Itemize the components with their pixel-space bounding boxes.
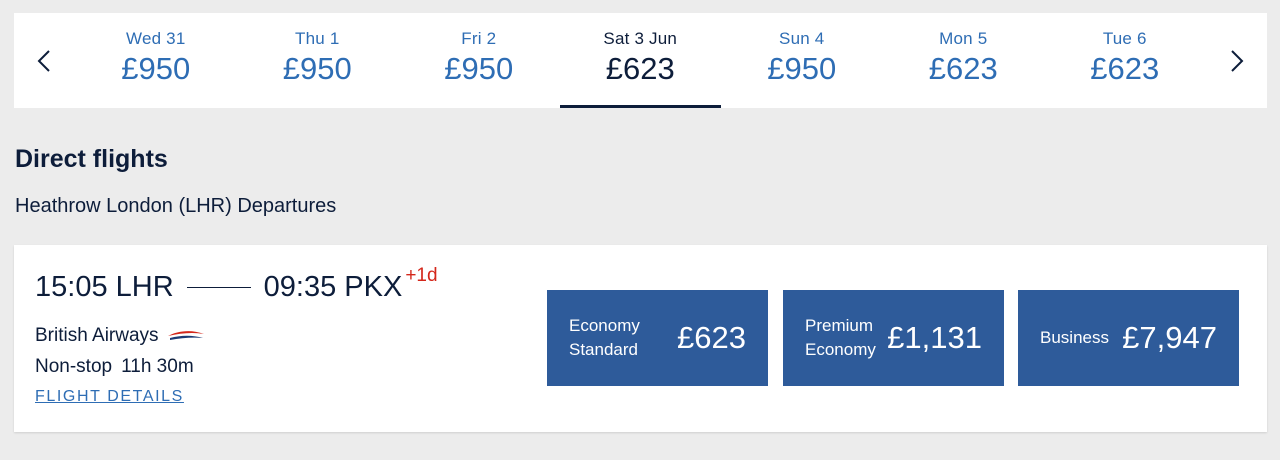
date-selector: Wed 31 £950 Thu 1 £950 Fri 2 £950 Sat 3 … xyxy=(14,13,1267,108)
plus-day-badge: +1d xyxy=(405,264,438,286)
date-tab-price: £950 xyxy=(121,51,191,86)
flight-times: 15:05 LHR 09:35 PKX +1d xyxy=(35,265,438,304)
airline: British Airways xyxy=(35,325,205,347)
stops-label: Non-stop xyxy=(35,356,113,377)
date-tab-day: Fri 2 xyxy=(461,29,497,48)
date-tab-price: £950 xyxy=(444,51,514,86)
airline-name: British Airways xyxy=(35,325,159,346)
next-dates-button[interactable] xyxy=(1207,13,1267,108)
date-tab-fri-2[interactable]: Fri 2 £950 xyxy=(398,13,560,108)
section-title: Direct flights xyxy=(15,145,168,173)
fare-name-line: Economy xyxy=(805,340,876,359)
date-tab-day: Wed 31 xyxy=(126,29,186,48)
date-tab-thu-1[interactable]: Thu 1 £950 xyxy=(237,13,399,108)
previous-dates-button[interactable] xyxy=(14,13,74,108)
fare-name: Premium Economy xyxy=(805,314,876,362)
fare-name-line: Premium xyxy=(805,316,874,335)
date-tab-mon-5[interactable]: Mon 5 £623 xyxy=(883,13,1045,108)
date-tab-day: Sun 4 xyxy=(779,29,825,48)
fare-name-line: Business xyxy=(1040,328,1109,347)
date-tab-day: Sat 3 Jun xyxy=(603,29,678,48)
date-tab-day: Thu 1 xyxy=(295,29,340,48)
date-tab-sun-4[interactable]: Sun 4 £950 xyxy=(721,13,883,108)
departure-time: 15:05 LHR xyxy=(35,271,174,303)
fare-price: £623 xyxy=(677,320,746,355)
fare-name: Economy Standard xyxy=(569,314,640,362)
chevron-left-icon xyxy=(37,49,50,72)
date-tab-day: Tue 6 xyxy=(1102,29,1147,48)
flight-duration: 11h 30m xyxy=(121,356,194,377)
date-tab-price: £623 xyxy=(605,51,675,86)
fare-business-button[interactable]: Business £7,947 xyxy=(1018,290,1239,386)
date-tabs: Wed 31 £950 Thu 1 £950 Fri 2 £950 Sat 3 … xyxy=(75,13,1206,108)
date-tab-day: Mon 5 xyxy=(939,29,988,48)
date-tab-price: £623 xyxy=(928,51,998,86)
date-tab-price: £950 xyxy=(282,51,352,86)
departures-label: Heathrow London (LHR) Departures xyxy=(15,195,337,217)
fare-price: £1,131 xyxy=(887,320,982,355)
chevron-right-icon xyxy=(1231,49,1244,72)
flight-details-link[interactable]: FLIGHT DETAILS xyxy=(35,388,184,406)
date-tab-wed-31[interactable]: Wed 31 £950 xyxy=(75,13,237,108)
fare-name-line: Economy xyxy=(569,316,640,335)
fare-economy-standard-button[interactable]: Economy Standard £623 xyxy=(547,290,768,386)
date-tab-price: £950 xyxy=(767,51,837,86)
fare-price: £7,947 xyxy=(1122,320,1217,355)
fare-premium-economy-button[interactable]: Premium Economy £1,131 xyxy=(783,290,1004,386)
fare-name: Business xyxy=(1040,326,1109,350)
flight-card: 15:05 LHR 09:35 PKX +1d British Airways … xyxy=(14,245,1267,432)
date-tab-sat-3-jun[interactable]: Sat 3 Jun £623 xyxy=(559,13,722,108)
speedmarque-icon xyxy=(167,331,204,340)
flight-stops: Non-stop 11h 30m xyxy=(35,356,194,378)
date-tab-price: £623 xyxy=(1090,51,1160,86)
fare-name-line: Standard xyxy=(569,340,638,359)
arrival-time: 09:35 PKX xyxy=(263,271,403,303)
date-tab-tue-6[interactable]: Tue 6 £623 xyxy=(1044,13,1206,108)
route-line xyxy=(186,287,251,288)
